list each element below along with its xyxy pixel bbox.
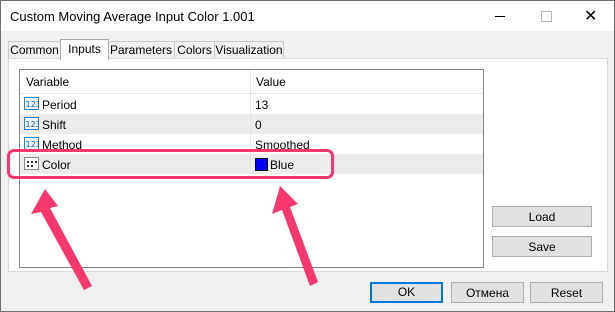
svg-text:123: 123: [26, 100, 40, 109]
close-button[interactable]: ✕: [568, 1, 614, 31]
numeric-123-icon: 123: [24, 117, 39, 130]
tab-colors[interactable]: Colors: [174, 41, 215, 59]
svg-text:123: 123: [26, 140, 40, 149]
title-bar: Custom Moving Average Input Color 1.001 …: [1, 1, 614, 31]
tab-inputs[interactable]: Inputs: [60, 39, 109, 60]
table-row[interactable]: 123 Shift 0: [20, 114, 483, 134]
maximize-icon: [541, 11, 552, 22]
reset-button[interactable]: Reset: [530, 282, 603, 303]
window-title: Custom Moving Average Input Color 1.001: [10, 9, 255, 24]
minimize-button[interactable]: [477, 1, 523, 31]
cancel-button[interactable]: Отмена: [451, 282, 524, 303]
variable-value[interactable]: 0: [255, 118, 262, 132]
tab-common[interactable]: Common: [8, 41, 61, 59]
minimize-icon: [495, 16, 505, 17]
column-header-value[interactable]: Value: [256, 75, 286, 89]
load-button[interactable]: Load: [492, 206, 592, 227]
tab-visualization[interactable]: Visualization: [214, 41, 284, 59]
numeric-123-icon: 123: [24, 97, 39, 110]
column-header-variable[interactable]: Variable: [26, 75, 69, 89]
tab-parameters[interactable]: Parameters: [107, 41, 175, 59]
table-row[interactable]: 123 Period 13: [20, 94, 483, 114]
save-button[interactable]: Save: [492, 236, 592, 257]
variable-value[interactable]: 13: [255, 98, 268, 112]
ok-button[interactable]: OK: [370, 282, 443, 303]
maximize-button: [523, 1, 569, 31]
close-icon: ✕: [584, 6, 598, 25]
variable-name: Shift: [42, 118, 67, 132]
column-divider[interactable]: [250, 70, 251, 93]
color-row-highlight: [7, 149, 334, 179]
table-header: Variable Value: [20, 70, 483, 94]
variable-name: Period: [42, 98, 77, 112]
svg-text:123: 123: [26, 120, 40, 129]
